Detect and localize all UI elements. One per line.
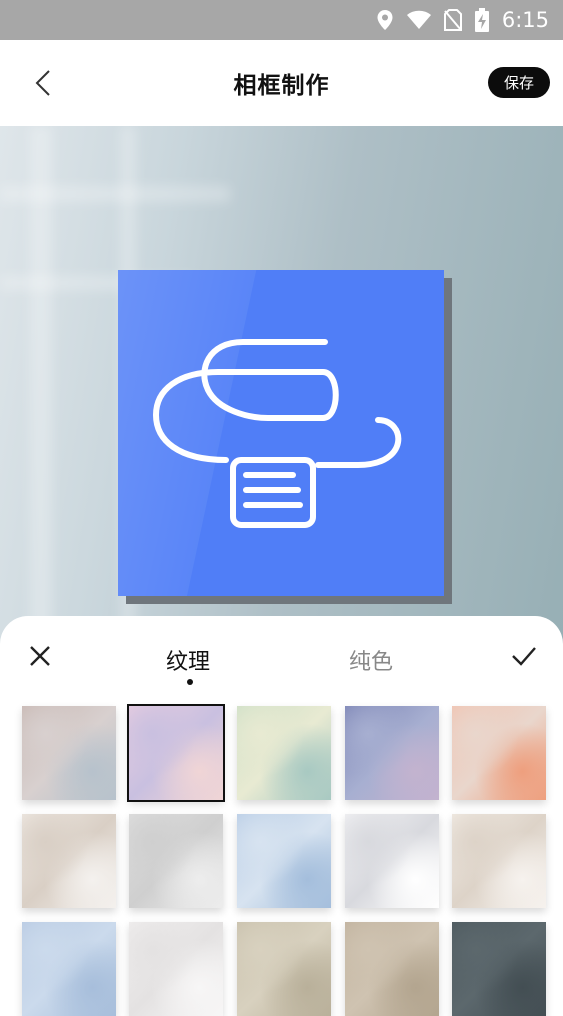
texture-tile-10[interactable] [452,814,546,908]
texture-picker-sheet: 纹理 纯色 [0,616,563,1016]
status-time: 6:15 [501,8,549,32]
texture-tile-11[interactable] [22,922,116,1016]
texture-tile-9[interactable] [345,814,439,908]
confirm-button[interactable] [511,644,537,668]
texture-tile-14[interactable] [345,922,439,1016]
app-header: 相框制作 保存 [0,40,563,126]
texture-tile-2[interactable] [127,704,225,802]
save-button[interactable]: 保存 [488,67,550,98]
texture-tile-8[interactable] [237,814,331,908]
check-icon [512,647,536,666]
location-icon [376,9,394,31]
texture-tile-15[interactable] [452,922,546,1016]
texture-tile-6[interactable] [22,814,116,908]
status-bar: 6:15 [0,0,563,40]
photo-frame[interactable] [118,270,444,596]
texture-tile-4[interactable] [345,706,439,800]
frame-preview [0,126,563,646]
no-sim-icon [443,9,462,31]
texture-tile-5[interactable] [452,706,546,800]
close-icon [30,646,50,666]
close-button[interactable] [28,644,52,668]
page-title: 相框制作 [233,73,330,99]
texture-tile-13[interactable] [237,922,331,1016]
tab-texture[interactable]: 纹理 [166,644,210,676]
texture-tile-7[interactable] [129,814,223,908]
app-logo-icon [153,339,402,528]
texture-tile-1[interactable] [22,706,116,800]
wifi-icon [406,10,432,30]
battery-charging-icon [474,8,490,32]
texture-tile-12[interactable] [129,922,223,1016]
texture-tile-3[interactable] [237,706,331,800]
active-tab-indicator [187,679,193,685]
tab-solid-color[interactable]: 纯色 [349,644,393,676]
